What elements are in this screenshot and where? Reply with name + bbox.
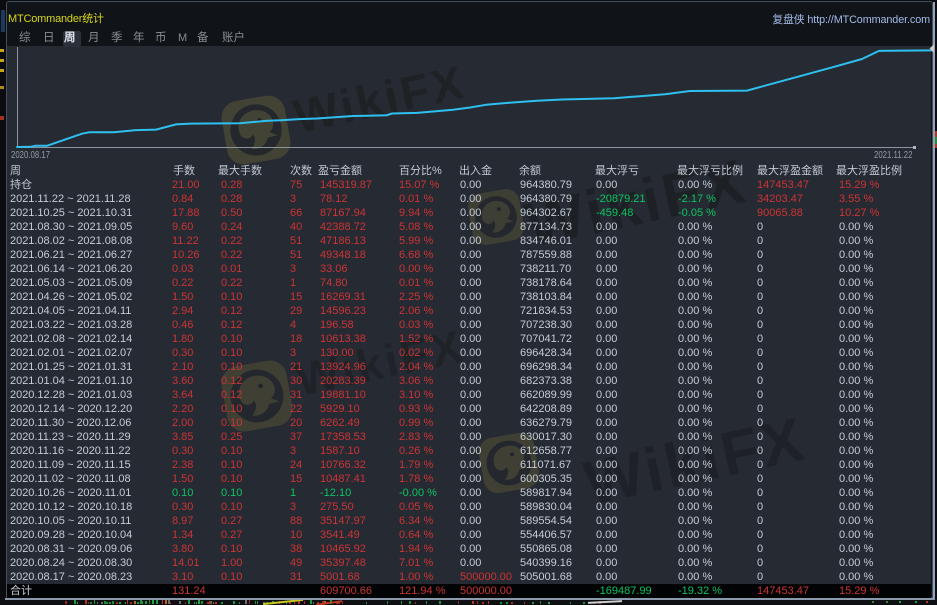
svg-text:WikiFX: WikiFX <box>291 319 469 405</box>
svg-text:WikiFX: WikiFX <box>289 55 470 143</box>
